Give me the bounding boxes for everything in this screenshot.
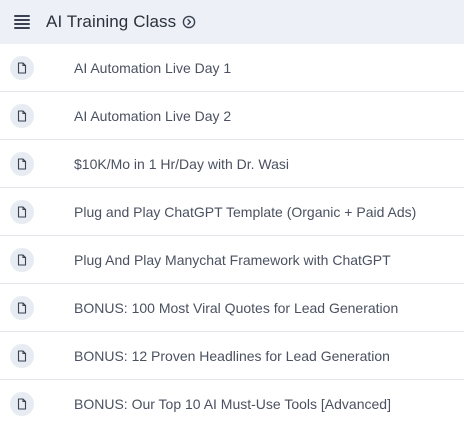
lesson-title: BONUS: 12 Proven Headlines for Lead Gene… (74, 347, 390, 364)
lesson-row[interactable]: BONUS: 12 Proven Headlines for Lead Gene… (0, 332, 464, 380)
hamburger-menu-icon[interactable] (14, 15, 30, 29)
lesson-row[interactable]: BONUS: 100 Most Viral Quotes for Lead Ge… (0, 284, 464, 332)
lesson-title: Plug And Play Manychat Framework with Ch… (74, 251, 391, 268)
lesson-title: Plug and Play ChatGPT Template (Organic … (74, 203, 417, 220)
lesson-title: BONUS: Our Top 10 AI Must-Use Tools [Adv… (74, 396, 391, 412)
document-icon (10, 343, 34, 368)
circle-chevron-icon[interactable] (182, 15, 196, 29)
document-icon (10, 103, 34, 128)
lesson-title: AI Automation Live Day 2 (74, 107, 232, 124)
lesson-row[interactable]: AI Automation Live Day 2 (0, 92, 464, 140)
document-icon (10, 392, 34, 416)
page-title: AI Training Class (46, 12, 177, 31)
lesson-title: $10K/Mo in 1 Hr/Day with Dr. Wasi (74, 155, 289, 172)
lesson-row[interactable]: $10K/Mo in 1 Hr/Day with Dr. Wasi (0, 140, 464, 188)
lesson-row[interactable]: BONUS: Our Top 10 AI Must-Use Tools [Adv… (0, 380, 464, 428)
lesson-row[interactable]: Plug and Play ChatGPT Template (Organic … (0, 188, 464, 236)
lesson-row[interactable]: Plug And Play Manychat Framework with Ch… (0, 236, 464, 284)
document-icon (10, 295, 34, 320)
lesson-title: BONUS: 100 Most Viral Quotes for Lead Ge… (74, 299, 399, 316)
header: AI Training Class (0, 0, 464, 44)
document-icon (10, 55, 34, 80)
lesson-list: AI Automation Live Day 1 AI Automation L… (0, 44, 464, 428)
document-icon (10, 151, 34, 176)
lesson-title: AI Automation Live Day 1 (74, 59, 232, 76)
lesson-row[interactable]: AI Automation Live Day 1 (0, 44, 464, 92)
document-icon (10, 199, 34, 224)
document-icon (10, 247, 34, 272)
